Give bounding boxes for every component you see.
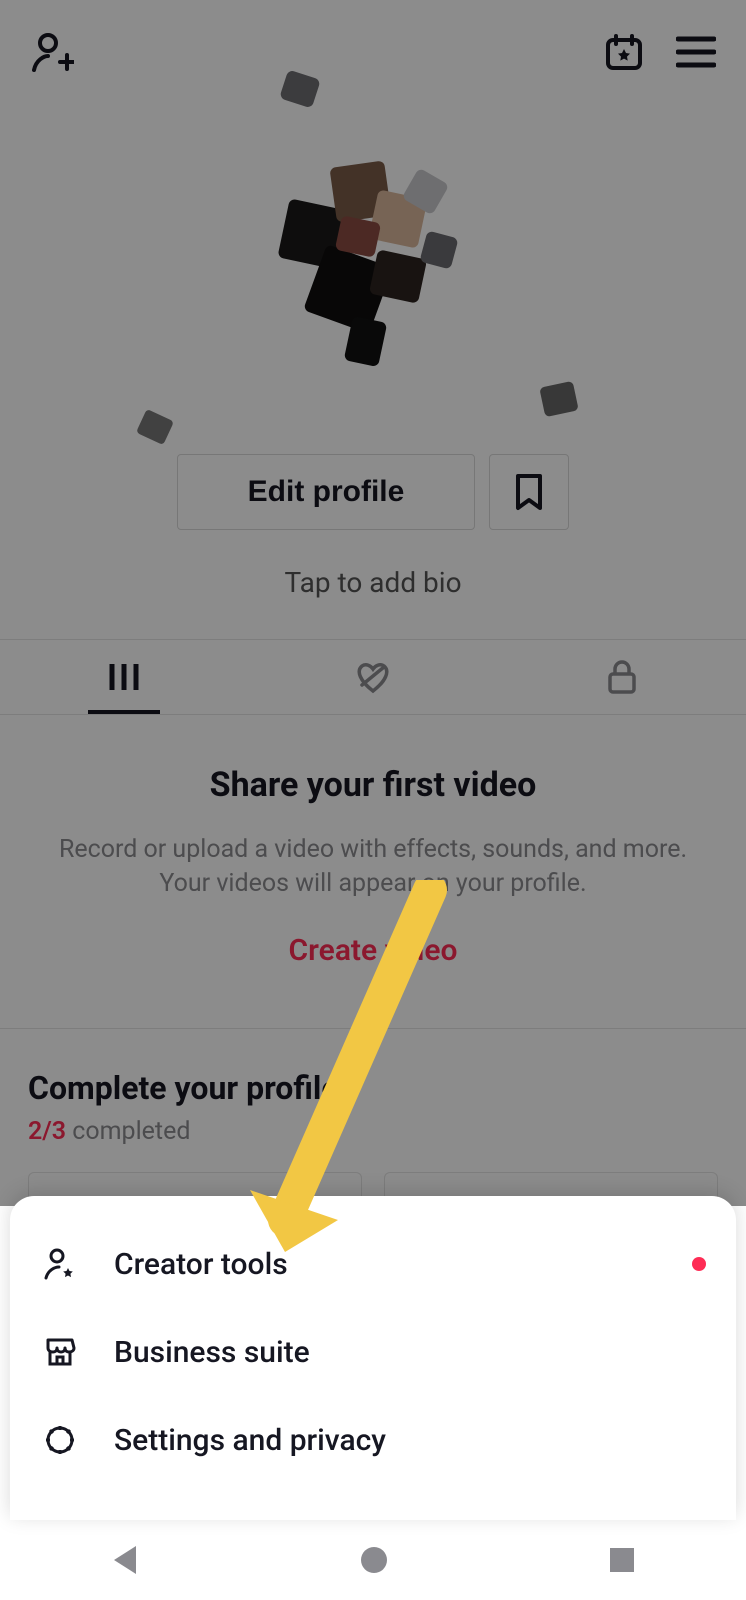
android-nav-bar	[0, 1520, 746, 1600]
edit-profile-button[interactable]: Edit profile	[177, 454, 476, 530]
lock-icon	[605, 658, 639, 696]
menu-button[interactable]	[676, 35, 716, 69]
add-friend-button[interactable]	[30, 30, 74, 74]
heart-eye-off-icon	[352, 659, 394, 695]
sheet-item-creator-tools[interactable]: Creator tools	[10, 1220, 736, 1308]
home-circle-icon	[359, 1545, 389, 1575]
nav-back[interactable]	[110, 1544, 140, 1576]
calendar-star-button[interactable]	[602, 30, 646, 74]
sheet-item-business-suite[interactable]: Business suite	[10, 1308, 736, 1396]
bottom-sheet-menu: Creator tools Business suite Settings an…	[10, 1196, 736, 1520]
profile-tabs	[0, 639, 746, 715]
sheet-label: Business suite	[114, 1335, 706, 1370]
person-star-icon	[42, 1246, 78, 1282]
nav-home[interactable]	[359, 1545, 389, 1575]
tab-liked[interactable]	[249, 640, 498, 714]
add-friend-icon	[30, 30, 74, 74]
add-bio-prompt[interactable]: Tap to add bio	[0, 566, 746, 599]
empty-state-title: Share your first video	[40, 765, 706, 805]
gear-icon	[42, 1422, 78, 1458]
tab-posts[interactable]	[0, 640, 249, 714]
empty-state-description: Record or upload a video with effects, s…	[40, 833, 706, 901]
notification-dot	[692, 1257, 706, 1271]
sheet-item-settings-privacy[interactable]: Settings and privacy	[10, 1396, 736, 1484]
storefront-icon	[42, 1334, 78, 1370]
bookmark-button[interactable]	[489, 454, 569, 530]
top-bar	[0, 0, 746, 84]
profile-actions: Edit profile	[0, 454, 746, 530]
complete-profile-progress: 2/3 completed	[28, 1117, 718, 1146]
back-triangle-icon	[110, 1544, 140, 1576]
grid-icon	[107, 662, 141, 692]
bookmark-icon	[512, 472, 546, 512]
create-video-link[interactable]: Create video	[289, 933, 458, 968]
nav-recent[interactable]	[608, 1546, 636, 1574]
sheet-label: Creator tools	[114, 1247, 658, 1282]
hamburger-icon	[676, 35, 716, 69]
avatar-area[interactable]	[0, 84, 746, 404]
complete-profile-title: Complete your profile	[28, 1069, 718, 1107]
empty-state: Share your first video Record or upload …	[0, 715, 746, 1029]
avatar	[243, 124, 503, 384]
recent-square-icon	[608, 1546, 636, 1574]
calendar-star-icon	[602, 30, 646, 74]
tab-private[interactable]	[497, 640, 746, 714]
sheet-label: Settings and privacy	[114, 1423, 706, 1458]
